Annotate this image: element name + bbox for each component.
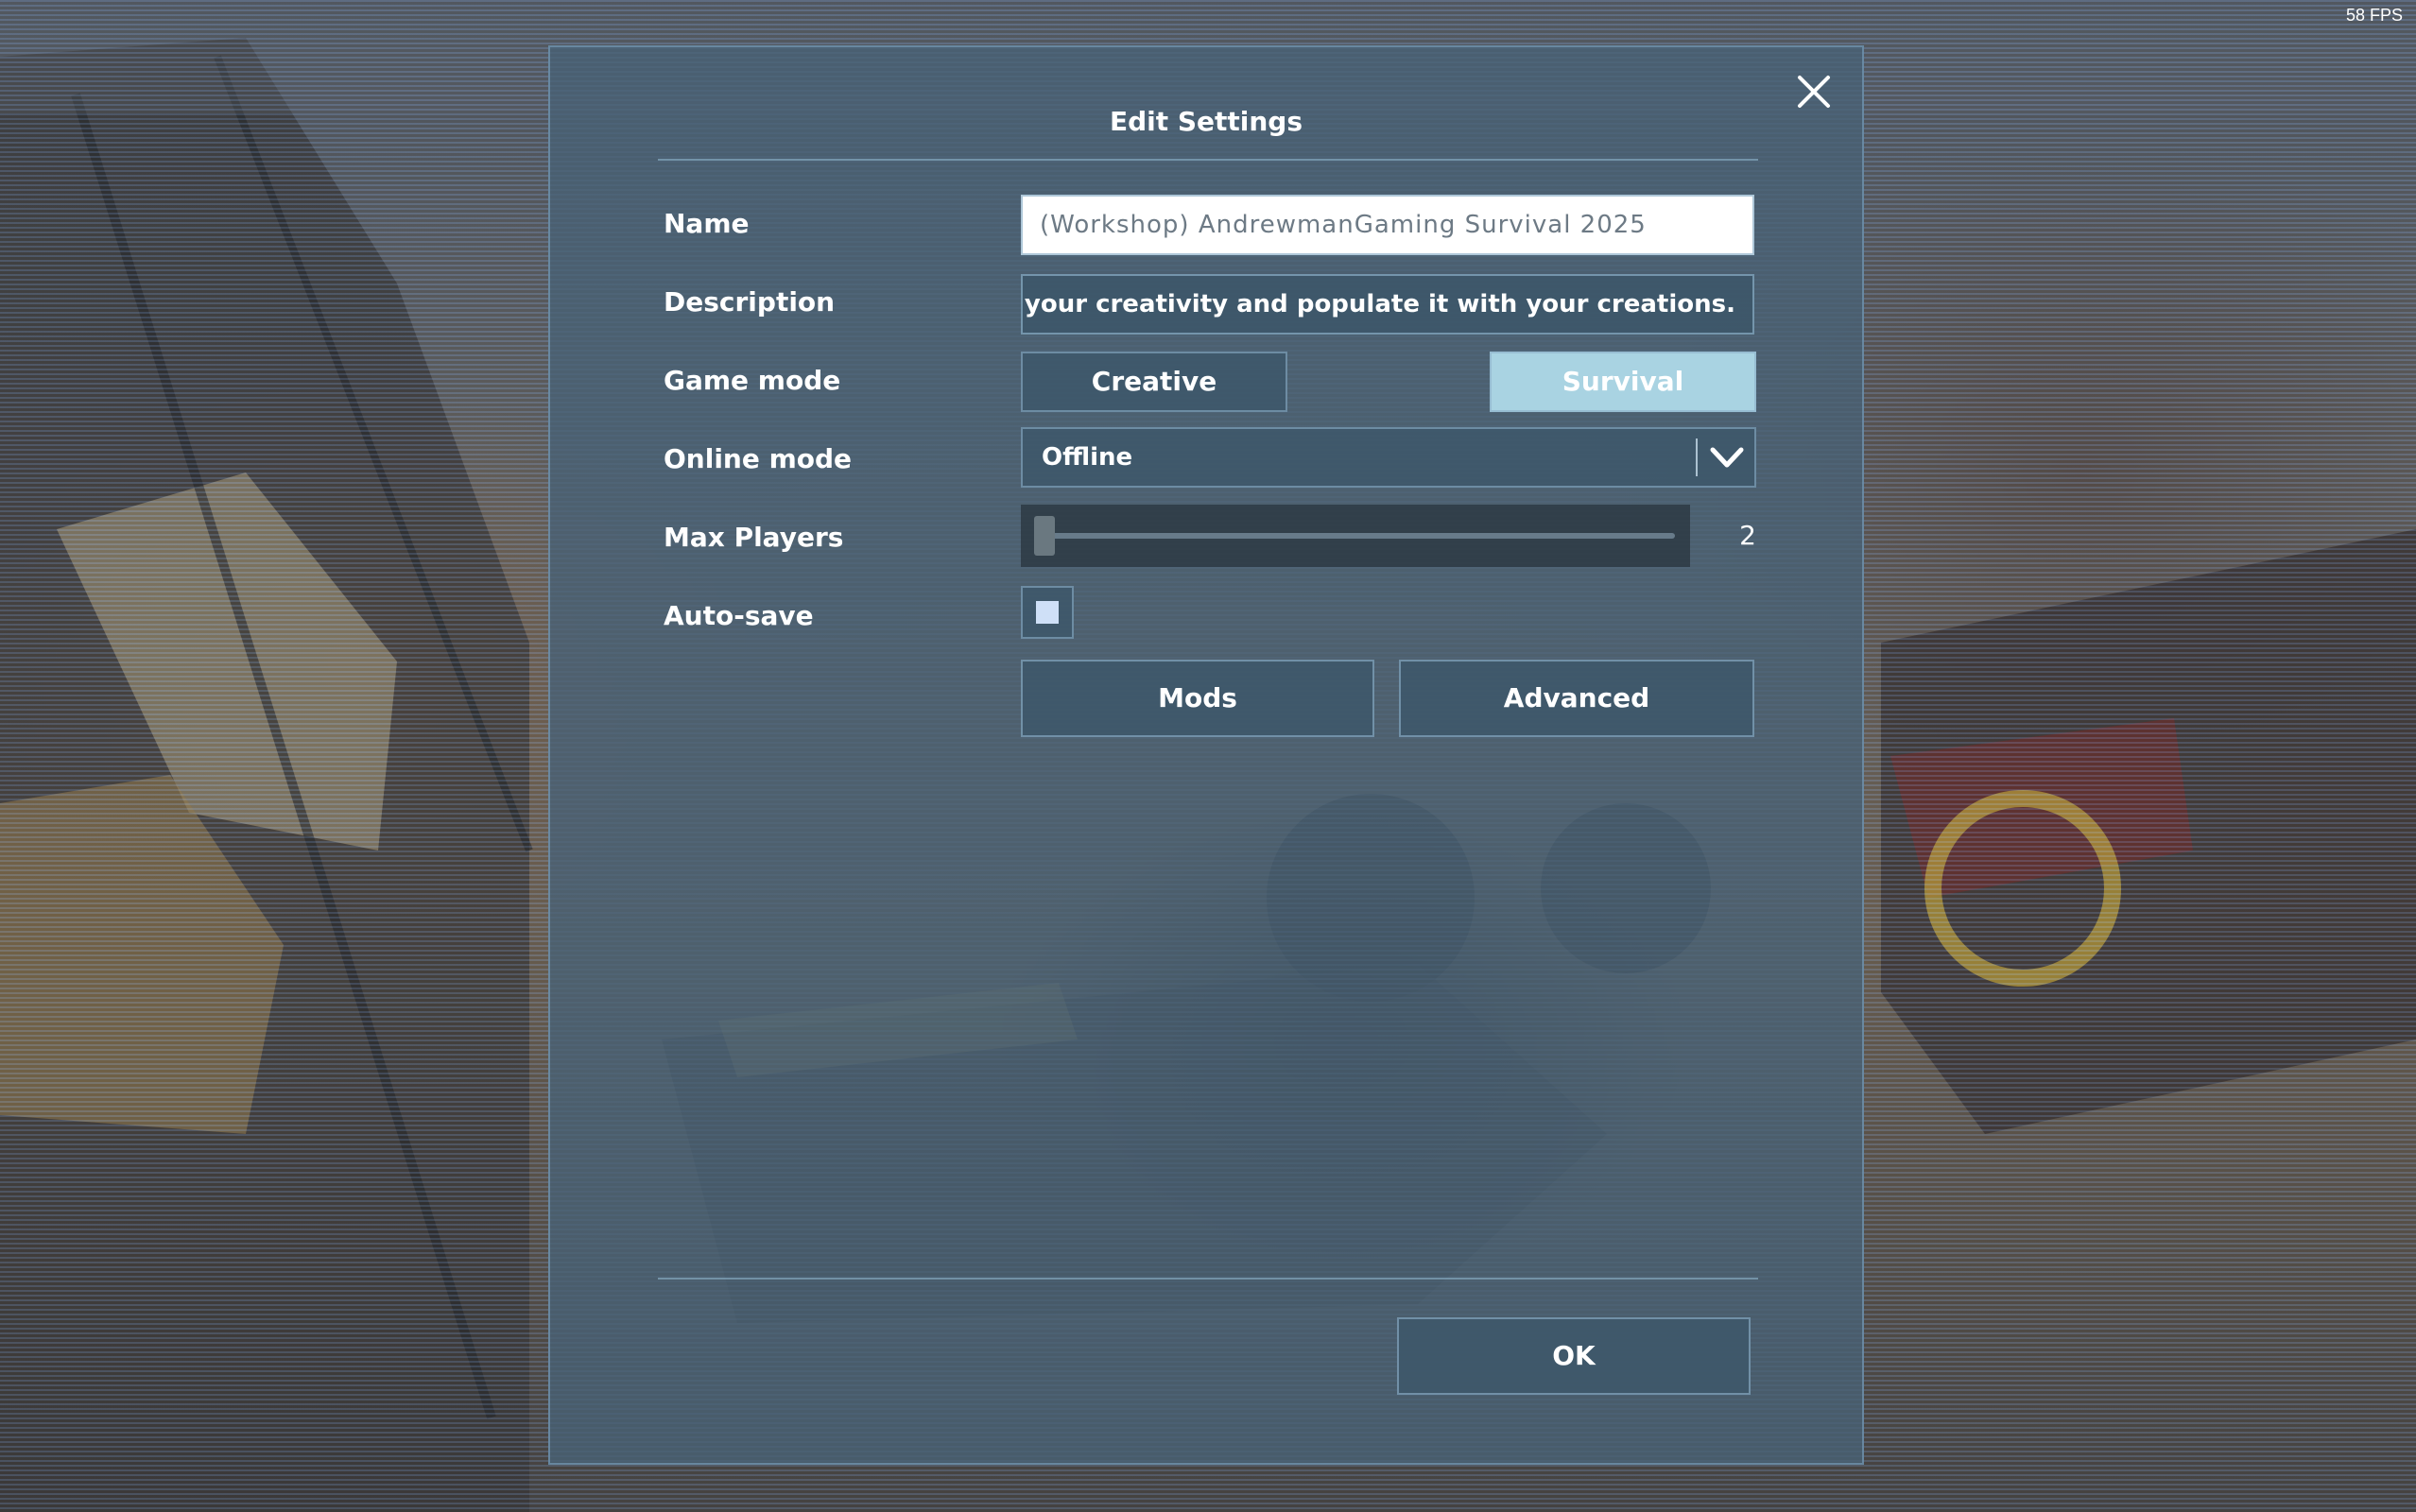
- game-mode-label: Game mode: [664, 365, 841, 396]
- name-input[interactable]: (Workshop) AndrewmanGaming Survival 2025: [1021, 195, 1754, 255]
- online-mode-label: Online mode: [664, 443, 853, 474]
- mods-button[interactable]: Mods: [1021, 660, 1374, 737]
- dialog-title: Edit Settings: [1109, 106, 1303, 137]
- chevron-down-icon: [1710, 447, 1744, 468]
- autosave-checkbox[interactable]: [1021, 586, 1074, 639]
- game-mode-creative-button[interactable]: Creative: [1021, 352, 1287, 412]
- description-input[interactable]: ash your creativity and populate it with…: [1021, 274, 1754, 335]
- autosave-label: Auto-save: [664, 600, 814, 631]
- description-input-value: ash your creativity and populate it with…: [1021, 290, 1735, 318]
- dropdown-separator: [1696, 438, 1698, 476]
- ok-button[interactable]: OK: [1397, 1317, 1751, 1395]
- max-players-value: 2: [1739, 520, 1756, 551]
- checkbox-check-indicator: [1036, 601, 1059, 624]
- name-label: Name: [664, 208, 750, 239]
- slider-thumb[interactable]: [1034, 516, 1055, 556]
- footer-divider: [658, 1278, 1758, 1280]
- max-players-slider[interactable]: [1021, 505, 1690, 567]
- online-mode-dropdown[interactable]: Offline: [1021, 427, 1756, 488]
- max-players-label: Max Players: [664, 522, 844, 553]
- advanced-button[interactable]: Advanced: [1399, 660, 1754, 737]
- fps-counter: 58 FPS: [2345, 6, 2403, 25]
- slider-rail: [1034, 533, 1675, 539]
- title-divider: [658, 159, 1758, 161]
- edit-settings-dialog: Edit Settings Name (Workshop) AndrewmanG…: [548, 45, 1864, 1465]
- description-label: Description: [664, 286, 836, 318]
- game-mode-survival-button[interactable]: Survival: [1490, 352, 1756, 412]
- name-input-value: (Workshop) AndrewmanGaming Survival 2025: [1040, 211, 1647, 239]
- online-mode-value: Offline: [1042, 443, 1133, 472]
